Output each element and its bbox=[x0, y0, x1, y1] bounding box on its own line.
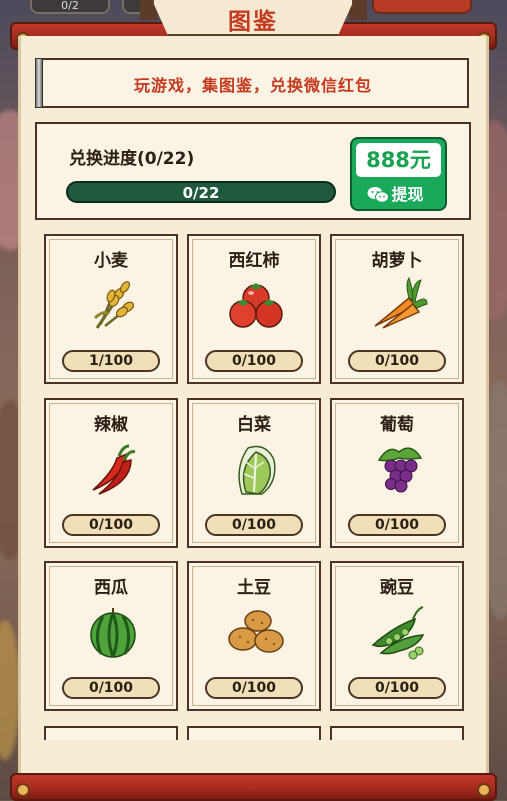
card-count: 1/100 bbox=[62, 350, 160, 372]
collection-card-grape[interactable]: 葡萄 0/100 bbox=[330, 398, 464, 548]
card-count: 0/100 bbox=[62, 514, 160, 536]
collection-card-carrot[interactable]: 胡萝卜 0/100 bbox=[330, 234, 464, 384]
card-count: 0/100 bbox=[348, 350, 446, 372]
card-name: 土豆 bbox=[237, 578, 271, 598]
collection-card-wheat[interactable]: 小麦 1/100 bbox=[44, 234, 178, 384]
watermelon-icon bbox=[90, 608, 136, 658]
card-name: 葡萄 bbox=[380, 415, 414, 435]
top-red-chip bbox=[372, 0, 472, 14]
progress-bar-text: 0/22 bbox=[182, 184, 220, 202]
tomato-icon bbox=[229, 283, 283, 328]
collection-card-chili[interactable]: 辣椒 0/100 bbox=[44, 398, 178, 548]
card-count: 0/100 bbox=[205, 677, 303, 699]
carrot-icon bbox=[374, 276, 428, 329]
banner-text: 玩游戏，集图鉴，兑换微信红包 bbox=[133, 76, 372, 95]
card-count: 0/100 bbox=[62, 677, 160, 699]
collection-card-tomato[interactable]: 西红柿 0/100 bbox=[187, 234, 321, 384]
info-banner: 玩游戏，集图鉴，兑换微信红包 bbox=[35, 58, 469, 108]
card-name: 胡萝卜 bbox=[371, 251, 423, 271]
wheat-icon bbox=[93, 281, 135, 329]
chili-icon bbox=[92, 444, 136, 495]
card-name: 西红柿 bbox=[228, 251, 280, 271]
exchange-progress-panel: 兑换进度(0/22) 0/22 888元 提现 bbox=[35, 122, 471, 220]
collection-card-partial[interactable] bbox=[330, 726, 464, 740]
collection-grid: 小麦 1/100 西红柿 0/100 胡萝卜 0/100 辣椒 0/100 白菜… bbox=[44, 234, 464, 740]
withdraw-button[interactable]: 888元 提现 bbox=[350, 137, 447, 211]
card-name: 西瓜 bbox=[94, 578, 128, 598]
cabbage-icon bbox=[238, 445, 276, 495]
pea-icon bbox=[371, 606, 425, 660]
collection-card-partial[interactable] bbox=[44, 726, 178, 740]
card-count: 0/100 bbox=[348, 677, 446, 699]
progress-bar: 0/22 bbox=[66, 181, 336, 203]
card-name: 辣椒 bbox=[94, 415, 128, 435]
withdraw-label: 提现 bbox=[391, 185, 424, 204]
card-count: 0/100 bbox=[348, 514, 446, 536]
potato-icon bbox=[228, 610, 284, 653]
card-count: 0/100 bbox=[205, 514, 303, 536]
collection-card-potato[interactable]: 土豆 0/100 bbox=[187, 561, 321, 711]
cash-amount: 888元 bbox=[356, 143, 441, 177]
card-name: 小麦 bbox=[94, 251, 128, 271]
scroll-bottom-rod bbox=[10, 773, 497, 801]
page-title: 图鉴 bbox=[228, 9, 278, 35]
card-name: 白菜 bbox=[237, 415, 271, 435]
progress-label: 兑换进度(0/22) bbox=[69, 149, 195, 169]
collection-card-pea[interactable]: 豌豆 0/100 bbox=[330, 561, 464, 711]
collection-card-cabbage[interactable]: 白菜 0/100 bbox=[187, 398, 321, 548]
card-count: 0/100 bbox=[205, 350, 303, 372]
grape-icon bbox=[377, 447, 423, 493]
collection-card-partial[interactable] bbox=[187, 726, 321, 740]
top-counter-chip: 0/2 bbox=[30, 0, 110, 14]
title-tab: 图鉴 bbox=[152, 0, 354, 36]
card-name: 豌豆 bbox=[380, 578, 414, 598]
collection-card-watermelon[interactable]: 西瓜 0/100 bbox=[44, 561, 178, 711]
